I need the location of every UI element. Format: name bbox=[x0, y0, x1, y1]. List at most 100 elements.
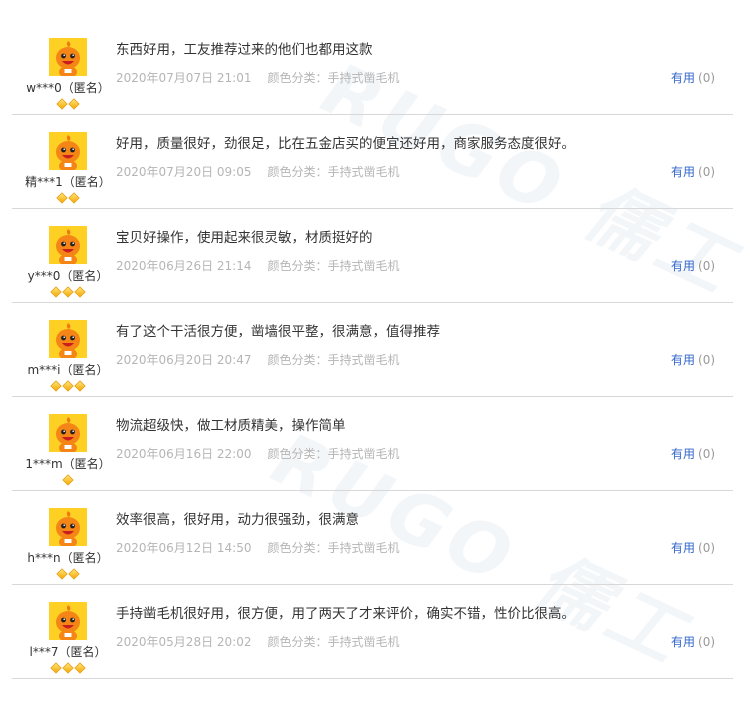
useful-count: (0) bbox=[698, 353, 716, 367]
review-date: 2020年06月12日 14:50 bbox=[116, 541, 252, 555]
useful-vote: 有用 (0) bbox=[671, 257, 715, 274]
useful-vote: 有用 (0) bbox=[671, 351, 715, 368]
diamond-icon bbox=[68, 568, 80, 580]
review-text: 好用，质量很好，劲很足，比在五金店买的便宜还好用，商家服务态度很好。 bbox=[116, 136, 575, 152]
review-item: 精***1（匿名） 好用，质量很好，劲很足，比在五金店买的便宜还好用，商家服务态… bbox=[12, 116, 733, 209]
review-item: m***i（匿名） 有了这个干活很方便，凿墙很平整，很满意，值得推荐 2020年… bbox=[12, 304, 733, 397]
diamond-icon bbox=[62, 474, 74, 486]
mascot-icon bbox=[49, 132, 87, 170]
diamond-icon bbox=[74, 286, 86, 298]
avatar[interactable] bbox=[49, 38, 87, 76]
useful-count: (0) bbox=[698, 165, 716, 179]
mascot-icon bbox=[49, 414, 87, 452]
sku-info: 颜色分类：手持式凿毛机 bbox=[267, 71, 400, 85]
diamond-icon bbox=[74, 662, 86, 674]
review-date: 2020年06月26日 21:14 bbox=[116, 259, 252, 273]
buyer-level-badges bbox=[12, 380, 124, 392]
review-date: 2020年06月20日 20:47 bbox=[116, 353, 252, 367]
mascot-icon bbox=[49, 320, 87, 358]
mascot-icon bbox=[49, 508, 87, 546]
buyer-level-badges bbox=[12, 474, 124, 486]
diamond-icon bbox=[62, 286, 74, 298]
useful-count: (0) bbox=[698, 541, 716, 555]
review-text: 东西好用，工友推荐过来的他们也都用这款 bbox=[116, 42, 373, 58]
useful-button[interactable]: 有用 bbox=[671, 165, 695, 179]
review-date: 2020年06月16日 22:00 bbox=[116, 447, 252, 461]
review-meta: 2020年06月12日 14:50 颜色分类：手持式凿毛机 bbox=[116, 539, 400, 556]
diamond-icon bbox=[68, 98, 80, 110]
useful-vote: 有用 (0) bbox=[671, 539, 715, 556]
diamond-icon bbox=[56, 192, 68, 204]
buyer-level-badges bbox=[12, 98, 124, 110]
buyer-level-badges bbox=[12, 662, 124, 674]
review-date: 2020年05月28日 20:02 bbox=[116, 635, 252, 649]
useful-button[interactable]: 有用 bbox=[671, 353, 695, 367]
review-item: w***0（匿名） 东西好用，工友推荐过来的他们也都用这款 2020年07月07… bbox=[12, 22, 733, 115]
buyer-level-badges bbox=[12, 568, 124, 580]
useful-count: (0) bbox=[698, 259, 716, 273]
avatar[interactable] bbox=[49, 226, 87, 264]
review-meta: 2020年07月20日 09:05 颜色分类：手持式凿毛机 bbox=[116, 163, 400, 180]
review-meta: 2020年06月16日 22:00 颜色分类：手持式凿毛机 bbox=[116, 445, 400, 462]
useful-count: (0) bbox=[698, 635, 716, 649]
diamond-icon bbox=[62, 380, 74, 392]
diamond-icon bbox=[62, 662, 74, 674]
sku-info: 颜色分类：手持式凿毛机 bbox=[267, 165, 400, 179]
diamond-icon bbox=[50, 286, 62, 298]
avatar[interactable] bbox=[49, 132, 87, 170]
sku-info: 颜色分类：手持式凿毛机 bbox=[267, 259, 400, 273]
review-text: 宝贝好操作，使用起来很灵敏，材质挺好的 bbox=[116, 230, 373, 246]
review-meta: 2020年06月26日 21:14 颜色分类：手持式凿毛机 bbox=[116, 257, 400, 274]
avatar[interactable] bbox=[49, 414, 87, 452]
useful-count: (0) bbox=[698, 71, 716, 85]
useful-vote: 有用 (0) bbox=[671, 163, 715, 180]
review-date: 2020年07月07日 21:01 bbox=[116, 71, 252, 85]
sku-info: 颜色分类：手持式凿毛机 bbox=[267, 447, 400, 461]
username: y***0（匿名） bbox=[27, 269, 109, 283]
useful-vote: 有用 (0) bbox=[671, 445, 715, 462]
review-meta: 2020年06月20日 20:47 颜色分类：手持式凿毛机 bbox=[116, 351, 400, 368]
review-date: 2020年07月20日 09:05 bbox=[116, 165, 252, 179]
username: 1***m（匿名） bbox=[25, 457, 111, 471]
diamond-icon bbox=[56, 98, 68, 110]
useful-button[interactable]: 有用 bbox=[671, 541, 695, 555]
useful-count: (0) bbox=[698, 447, 716, 461]
mascot-icon bbox=[49, 602, 87, 640]
review-meta: 2020年07月07日 21:01 颜色分类：手持式凿毛机 bbox=[116, 69, 400, 86]
review-text: 手持凿毛机很好用，很方便，用了两天了才来评价，确实不错，性价比很高。 bbox=[116, 606, 575, 622]
avatar[interactable] bbox=[49, 320, 87, 358]
review-meta: 2020年05月28日 20:02 颜色分类：手持式凿毛机 bbox=[116, 633, 400, 650]
review-item: l***7（匿名） 手持凿毛机很好用，很方便，用了两天了才来评价，确实不错，性价… bbox=[12, 586, 733, 679]
useful-vote: 有用 (0) bbox=[671, 69, 715, 86]
sku-info: 颜色分类：手持式凿毛机 bbox=[267, 541, 400, 555]
username: h***n（匿名） bbox=[27, 551, 109, 565]
avatar[interactable] bbox=[49, 508, 87, 546]
diamond-icon bbox=[50, 662, 62, 674]
useful-button[interactable]: 有用 bbox=[671, 71, 695, 85]
review-text: 效率很高，很好用，动力很强劲，很满意 bbox=[116, 512, 359, 528]
review-list: w***0（匿名） 东西好用，工友推荐过来的他们也都用这款 2020年07月07… bbox=[12, 22, 733, 679]
buyer-level-badges bbox=[12, 192, 124, 204]
buyer-level-badges bbox=[12, 286, 124, 298]
sku-info: 颜色分类：手持式凿毛机 bbox=[267, 353, 400, 367]
review-text: 有了这个干活很方便，凿墙很平整，很满意，值得推荐 bbox=[116, 324, 440, 340]
diamond-icon bbox=[68, 192, 80, 204]
useful-button[interactable]: 有用 bbox=[671, 259, 695, 273]
review-item: y***0（匿名） 宝贝好操作，使用起来很灵敏，材质挺好的 2020年06月26… bbox=[12, 210, 733, 303]
review-item: h***n（匿名） 效率很高，很好用，动力很强劲，很满意 2020年06月12日… bbox=[12, 492, 733, 585]
review-text: 物流超级快，做工材质精美，操作简单 bbox=[116, 418, 346, 434]
diamond-icon bbox=[56, 568, 68, 580]
username: w***0（匿名） bbox=[26, 81, 110, 95]
username: 精***1（匿名） bbox=[25, 175, 111, 189]
diamond-icon bbox=[74, 380, 86, 392]
username: m***i（匿名） bbox=[27, 363, 109, 377]
review-item: 1***m（匿名） 物流超级快，做工材质精美，操作简单 2020年06月16日 … bbox=[12, 398, 733, 491]
avatar[interactable] bbox=[49, 602, 87, 640]
useful-vote: 有用 (0) bbox=[671, 633, 715, 650]
useful-button[interactable]: 有用 bbox=[671, 635, 695, 649]
username: l***7（匿名） bbox=[29, 645, 107, 659]
sku-info: 颜色分类：手持式凿毛机 bbox=[267, 635, 400, 649]
useful-button[interactable]: 有用 bbox=[671, 447, 695, 461]
mascot-icon bbox=[49, 38, 87, 76]
diamond-icon bbox=[50, 380, 62, 392]
